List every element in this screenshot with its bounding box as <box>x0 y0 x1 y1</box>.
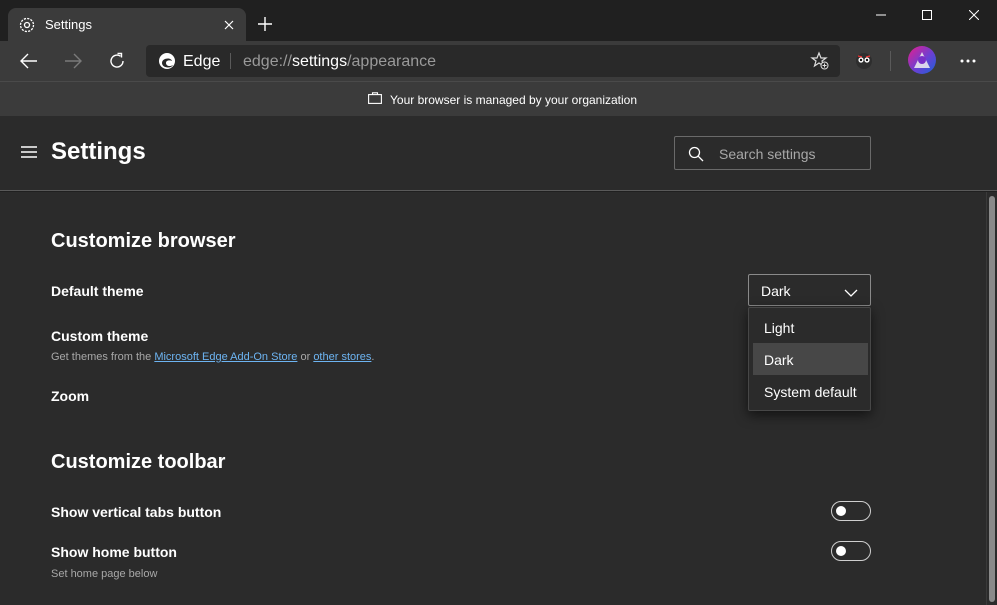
avatar[interactable] <box>908 46 936 74</box>
search-icon <box>688 146 704 162</box>
address-bar[interactable]: Edge edge://settings/appearance <box>146 45 840 77</box>
more-icon <box>960 59 976 63</box>
default-theme-label: Default theme <box>51 283 144 299</box>
home-button-description: Set home page below <box>51 568 158 580</box>
url-text: edge://settings/appearance <box>243 53 437 70</box>
zoom-label: Zoom <box>51 388 90 404</box>
tab-title: Settings <box>45 17 92 32</box>
favorite-add-icon[interactable] <box>810 51 830 71</box>
close-icon <box>969 10 979 20</box>
tab-settings[interactable]: Settings <box>8 8 246 41</box>
gear-icon <box>18 16 36 34</box>
home-button-label: Show home button <box>51 544 177 560</box>
vertical-tabs-toggle[interactable] <box>831 501 871 521</box>
close-icon[interactable] <box>218 14 240 36</box>
managed-banner: Your browser is managed by your organiza… <box>0 81 997 116</box>
title-bar: Settings <box>0 0 997 41</box>
other-stores-link[interactable]: other stores <box>313 351 371 363</box>
toggle-knob <box>836 546 846 556</box>
address-divider <box>230 53 231 69</box>
search-input[interactable] <box>719 144 859 164</box>
default-theme-value: Dark <box>761 283 791 299</box>
home-button-toggle[interactable] <box>831 541 871 561</box>
page-title: Settings <box>51 138 146 165</box>
vertical-tabs-label: Show vertical tabs button <box>51 504 222 520</box>
back-arrow-icon <box>20 53 37 69</box>
refresh-icon <box>110 52 124 68</box>
forward-arrow-icon <box>65 53 82 69</box>
section-heading-customize-toolbar: Customize toolbar <box>51 451 226 473</box>
default-theme-select[interactable]: Dark <box>748 274 871 306</box>
plus-icon <box>258 17 272 31</box>
custom-theme-label: Custom theme <box>51 328 149 344</box>
addon-store-link[interactable]: Microsoft Edge Add-On Store <box>154 351 297 363</box>
edge-logo-icon <box>158 52 176 70</box>
edge-brand-label: Edge <box>183 53 221 70</box>
window-close-button[interactable] <box>951 0 997 30</box>
hamburger-menu-icon[interactable] <box>20 145 38 159</box>
maximize-button[interactable] <box>904 0 950 30</box>
extension-icon[interactable] <box>850 47 878 75</box>
minimize-icon <box>876 14 886 16</box>
scrollbar[interactable] <box>986 192 997 605</box>
maximize-icon <box>922 10 932 20</box>
refresh-button[interactable] <box>101 45 133 77</box>
more-button[interactable] <box>952 45 984 77</box>
minimize-button[interactable] <box>858 0 904 30</box>
toolbar-divider <box>890 51 891 71</box>
search-box[interactable] <box>674 136 871 170</box>
theme-option-dark[interactable]: Dark <box>753 343 868 375</box>
managed-text: Your browser is managed by your organiza… <box>390 92 638 107</box>
new-tab-button[interactable] <box>254 13 276 35</box>
theme-option-light[interactable]: Light <box>753 311 868 343</box>
briefcase-icon <box>368 92 382 107</box>
back-button[interactable] <box>13 45 45 77</box>
theme-option-system-default[interactable]: System default <box>753 375 868 407</box>
forward-button[interactable] <box>57 45 89 77</box>
settings-header: Settings <box>0 116 997 191</box>
custom-theme-description: Get themes from the Microsoft Edge Add-O… <box>51 351 375 363</box>
section-heading-customize-browser: Customize browser <box>51 230 236 252</box>
browser-toolbar: Edge edge://settings/appearance <box>0 41 997 81</box>
settings-content: Customize browser Default theme Dark Cus… <box>0 192 986 605</box>
scroll-thumb[interactable] <box>989 196 995 602</box>
theme-dropdown-list: Light Dark System default <box>748 307 871 411</box>
toggle-knob <box>836 506 846 516</box>
chevron-down-icon <box>844 285 858 297</box>
